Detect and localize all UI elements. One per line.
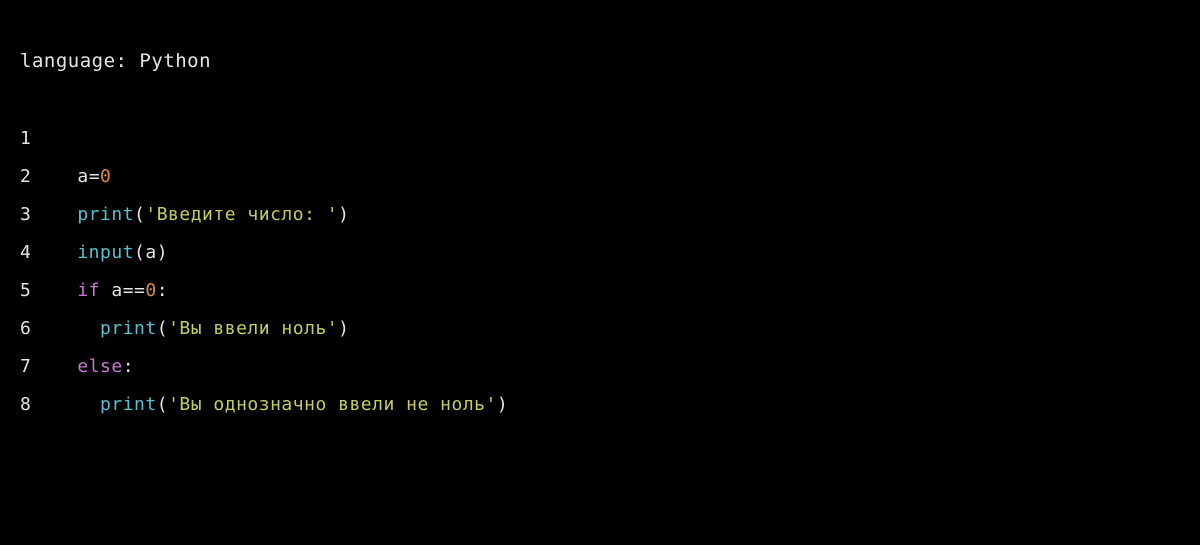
line-content[interactable]: print('Введите число: ') [77,196,508,234]
code-token: = [89,166,100,187]
language-label: language: [20,50,139,72]
code-token: ( [157,394,168,415]
code-token: 0 [100,166,111,187]
line-number: 4 [20,234,77,272]
code-token: 'Вы ввели ноль' [168,318,338,339]
code-editor[interactable]: 12a=03print('Введите число: ')4input(a)5… [20,120,508,424]
language-header: language: Python [20,50,1180,72]
code-token: 'Введите число: ' [145,204,338,225]
code-token: == [123,280,146,301]
code-token [77,394,100,415]
line-content[interactable]: a=0 [77,158,508,196]
line-number: 5 [20,272,77,310]
line-content[interactable]: else: [77,348,508,386]
code-line[interactable]: 8 print('Вы однозначно ввели не ноль') [20,386,508,424]
code-token: if [77,280,100,301]
language-name: Python [139,50,211,72]
code-line[interactable]: 1 [20,120,508,158]
code-token: ) [338,318,349,339]
line-number: 2 [20,158,77,196]
code-token: 0 [145,280,156,301]
code-token: input [77,242,134,263]
line-content[interactable]: print('Вы однозначно ввели не ноль') [77,386,508,424]
code-token: ( [134,204,145,225]
code-token: : [157,280,168,301]
code-token: a [77,166,88,187]
line-number: 8 [20,386,77,424]
code-token: ( [157,318,168,339]
line-content[interactable] [77,120,508,158]
code-token: print [100,318,157,339]
code-token: ) [338,204,349,225]
code-token: (a) [134,242,168,263]
line-number: 1 [20,120,77,158]
code-line[interactable]: 7else: [20,348,508,386]
line-number: 7 [20,348,77,386]
code-line[interactable]: 5if a==0: [20,272,508,310]
code-token: ) [497,394,508,415]
line-number: 6 [20,310,77,348]
code-token: print [100,394,157,415]
code-line[interactable]: 3print('Введите число: ') [20,196,508,234]
code-line[interactable]: 2a=0 [20,158,508,196]
line-content[interactable]: input(a) [77,234,508,272]
line-content[interactable]: if a==0: [77,272,508,310]
code-token: print [77,204,134,225]
line-content[interactable]: print('Вы ввели ноль') [77,310,508,348]
code-line[interactable]: 6 print('Вы ввели ноль') [20,310,508,348]
code-token: a [100,280,123,301]
code-token: 'Вы однозначно ввели не ноль' [168,394,497,415]
line-number: 3 [20,196,77,234]
code-token [77,318,100,339]
code-line[interactable]: 4input(a) [20,234,508,272]
code-token: else [77,356,122,377]
code-token: : [123,356,134,377]
